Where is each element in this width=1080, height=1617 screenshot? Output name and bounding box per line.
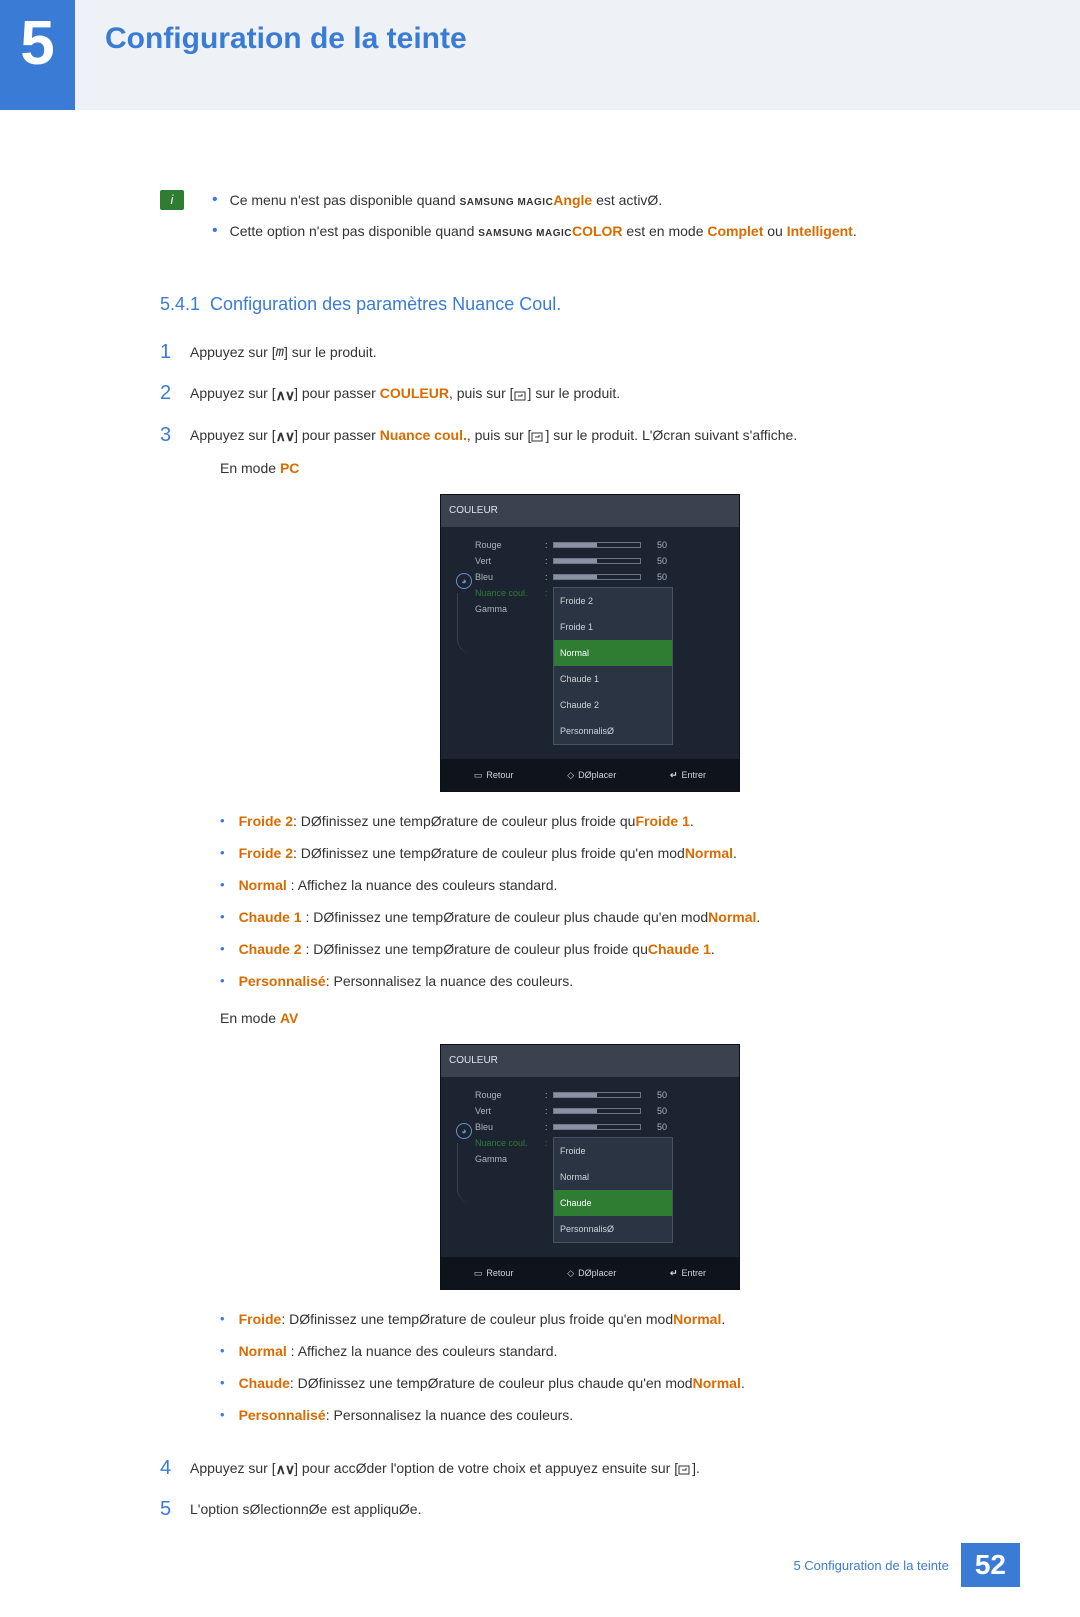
definition-item: •Chaude 1 : DØfinissez une tempØrature d…	[220, 906, 990, 928]
osd-footer: Retour DØplacer Entrer	[441, 759, 739, 791]
osd-couleur-pc: COULEUR ◕ Rouge:50 Vert:50 Bleu:50 Nuanc…	[440, 494, 740, 792]
definition-item: •Froide 2: DØfinissez une tempØrature de…	[220, 810, 990, 832]
osd-option: Froide 2	[554, 588, 672, 614]
definition-item: •Personnalisé: Personnalisez la nuance d…	[220, 1404, 990, 1426]
bullet-icon: •	[220, 1372, 225, 1394]
definition-term: Chaude 1	[239, 909, 302, 925]
osd-dropdown-pc: Froide 2Froide 1NormalChaude 1Chaude 2Pe…	[553, 587, 673, 745]
definition-item: •Froide 2: DØfinissez une tempØrature de…	[220, 842, 990, 864]
definition-item: •Normal : Affichez la nuance des couleur…	[220, 874, 990, 896]
definition-item: •Chaude 2 : DØfinissez une tempØrature d…	[220, 938, 990, 960]
osd-option: PersonnalisØ	[554, 718, 672, 744]
definitions-pc: •Froide 2: DØfinissez une tempØrature de…	[220, 810, 990, 992]
step-5: 5 L'option sØlectionnØe est appliquØe.	[160, 1497, 990, 1521]
osd-move-hint: DØplacer	[567, 1261, 616, 1285]
definition-term: Normal	[239, 1343, 287, 1359]
osd-couleur-av: COULEUR ◕ Rouge:50 Vert:50 Bleu:50 Nuanc…	[440, 1044, 740, 1290]
bullet-icon: •	[220, 1404, 225, 1426]
bullet-icon: •	[212, 221, 218, 241]
info-icon: i	[160, 190, 184, 210]
definition-term: Personnalisé	[239, 1407, 326, 1423]
enter-key-icon	[678, 1457, 692, 1481]
bullet-icon: •	[220, 906, 225, 928]
osd-move-hint: DØplacer	[567, 763, 616, 787]
osd-option: Froide	[554, 1138, 672, 1164]
bullet-icon: •	[220, 810, 225, 832]
definitions-av: •Froide: DØfinissez une tempØrature de c…	[220, 1308, 990, 1426]
menu-key-icon: m	[276, 341, 284, 365]
step-2: 2 Appuyez sur [] pour passer COULEUR, pu…	[160, 381, 990, 406]
definition-term: Froide	[239, 1311, 282, 1327]
enter-key-icon	[531, 424, 545, 448]
definition-term: Chaude 2	[239, 941, 302, 957]
osd-option: Chaude	[554, 1190, 672, 1216]
page-footer: 5 Configuration de la teinte 52	[793, 1543, 1020, 1587]
osd-footer: Retour DØplacer Entrer	[441, 1257, 739, 1289]
definition-term: Froide 2	[239, 813, 293, 829]
bullet-icon: •	[220, 970, 225, 992]
chapter-title: Configuration de la teinte	[75, 0, 467, 56]
bullet-icon: •	[220, 1308, 225, 1330]
note-availability-2: i • Cette option n'est pas disponible qu…	[160, 221, 990, 244]
osd-return-hint: Retour	[474, 1261, 514, 1285]
bullet-icon: •	[220, 1340, 225, 1362]
osd-dropdown-av: FroideNormalChaudePersonnalisØ	[553, 1137, 673, 1243]
definition-item: •Normal : Affichez la nuance des couleur…	[220, 1340, 990, 1362]
up-down-key-icon	[276, 1457, 295, 1481]
osd-return-hint: Retour	[474, 763, 514, 787]
up-down-key-icon	[276, 424, 295, 448]
bullet-icon: •	[220, 842, 225, 864]
section-heading: 5.4.1 Configuration des paramètres Nuanc…	[160, 294, 990, 315]
definition-item: •Chaude: DØfinissez une tempØrature de c…	[220, 1372, 990, 1394]
osd-title: COULEUR	[441, 495, 739, 527]
samsung-magic-brand: SAMSUNG MAGIC	[460, 197, 554, 208]
step-4: 4 Appuyez sur [] pour accØder l'option d…	[160, 1456, 990, 1481]
definition-term: Normal	[239, 877, 287, 893]
definition-item: •Personnalisé: Personnalisez la nuance d…	[220, 970, 990, 992]
chapter-header: 5 Configuration de la teinte	[0, 0, 1080, 110]
osd-option: Chaude 2	[554, 692, 672, 718]
bullet-icon: •	[220, 938, 225, 960]
page-number: 52	[961, 1543, 1020, 1587]
bullet-icon: •	[220, 874, 225, 896]
up-down-key-icon	[276, 383, 295, 407]
osd-option: Froide 1	[554, 614, 672, 640]
mode-pc-label: En mode PC	[220, 456, 990, 480]
note-availability-1: i • Ce menu n'est pas disponible quand S…	[160, 190, 990, 213]
osd-option: Normal	[554, 640, 672, 666]
osd-title: COULEUR	[441, 1045, 739, 1077]
step-3: 3 Appuyez sur [] pour passer Nuance coul…	[160, 423, 990, 1440]
footer-chapter-label: 5 Configuration de la teinte	[793, 1558, 948, 1573]
samsung-magic-brand: SAMSUNG MAGIC	[478, 228, 572, 239]
section-number: 5.4.1	[160, 294, 200, 315]
definition-item: •Froide: DØfinissez une tempØrature de c…	[220, 1308, 990, 1330]
definition-term: Chaude	[239, 1375, 290, 1391]
enter-key-icon	[514, 383, 528, 407]
mode-av-label: En mode AV	[220, 1006, 990, 1030]
bullet-icon: •	[212, 190, 218, 210]
osd-option: PersonnalisØ	[554, 1216, 672, 1242]
palette-icon: ◕	[456, 1123, 472, 1139]
step-1: 1 Appuyez sur [m] sur le produit.	[160, 340, 990, 365]
chapter-number-badge: 5	[0, 0, 75, 110]
osd-option: Normal	[554, 1164, 672, 1190]
osd-enter-hint: Entrer	[670, 763, 706, 787]
definition-term: Personnalisé	[239, 973, 326, 989]
definition-term: Froide 2	[239, 845, 293, 861]
osd-option: Chaude 1	[554, 666, 672, 692]
osd-enter-hint: Entrer	[670, 1261, 706, 1285]
section-title: Configuration des paramètres Nuance Coul…	[210, 294, 561, 315]
palette-icon: ◕	[456, 573, 472, 589]
